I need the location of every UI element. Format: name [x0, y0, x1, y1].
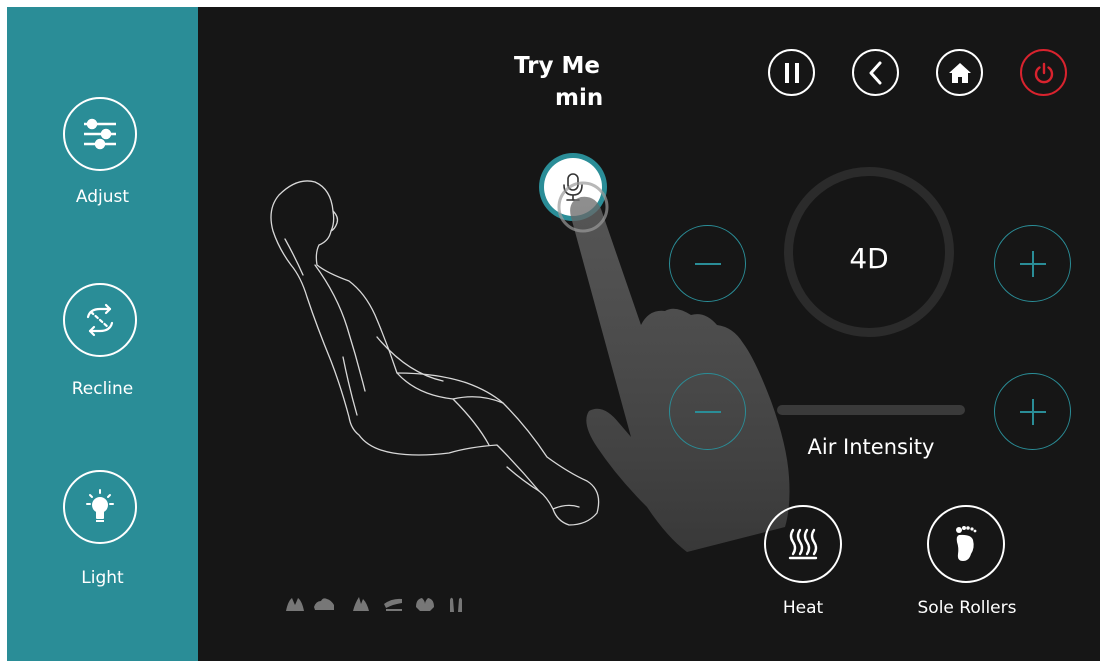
heat-button[interactable]	[764, 505, 842, 583]
home-button[interactable]	[936, 49, 983, 96]
heat-waves-icon	[788, 528, 818, 560]
foot-icon	[956, 526, 977, 561]
mode-decrease-button[interactable]	[669, 225, 746, 302]
air-intensity-slider[interactable]	[777, 405, 965, 415]
pause-icon	[784, 62, 799, 83]
power-button[interactable]	[1020, 49, 1067, 96]
mode-increase-button[interactable]	[994, 225, 1071, 302]
mode-label: 4D	[849, 242, 889, 275]
sole-rollers-label: Sole Rollers	[917, 598, 1017, 618]
knead-icon	[286, 598, 304, 611]
plus-icon	[1019, 250, 1046, 277]
press-icon	[450, 597, 462, 612]
sidebar-item-adjust[interactable]: Adjust	[7, 97, 198, 247]
sidebar-item-recline[interactable]: Recline	[7, 283, 198, 433]
minus-icon	[694, 410, 721, 413]
sidebar-item-label: Light	[81, 568, 124, 588]
try-me-title: Try Me	[514, 53, 600, 79]
home-icon	[948, 62, 971, 83]
sole-rollers-button[interactable]	[927, 505, 1005, 583]
heat-label: Heat	[782, 598, 824, 618]
air-increase-button[interactable]	[994, 373, 1071, 450]
tap-icon	[314, 598, 334, 610]
sidebar: Adjust Recline Light	[7, 7, 198, 661]
sidebar-item-label: Adjust	[75, 187, 130, 207]
clap-icon	[353, 597, 369, 611]
air-intensity-label: Air Intensity	[807, 435, 935, 459]
roll-icon	[384, 598, 402, 611]
minus-icon	[694, 262, 721, 265]
sidebar-item-light[interactable]: Light	[7, 470, 198, 620]
sidebar-item-label: Recline	[71, 379, 134, 399]
air-decrease-button[interactable]	[669, 373, 746, 450]
power-icon	[1034, 62, 1053, 83]
pause-button[interactable]	[768, 49, 815, 96]
chevron-left-icon	[869, 61, 881, 84]
back-button[interactable]	[852, 49, 899, 96]
duration-unit-label: min	[555, 85, 604, 111]
plus-icon	[1019, 398, 1046, 425]
app-screen: Adjust Recline Light Try Me min 4D Air I…	[7, 7, 1100, 661]
shiatsu-icon	[416, 598, 434, 611]
sliders-icon	[63, 97, 137, 171]
recline-arrows-icon	[63, 283, 137, 357]
lightbulb-icon	[63, 470, 137, 544]
